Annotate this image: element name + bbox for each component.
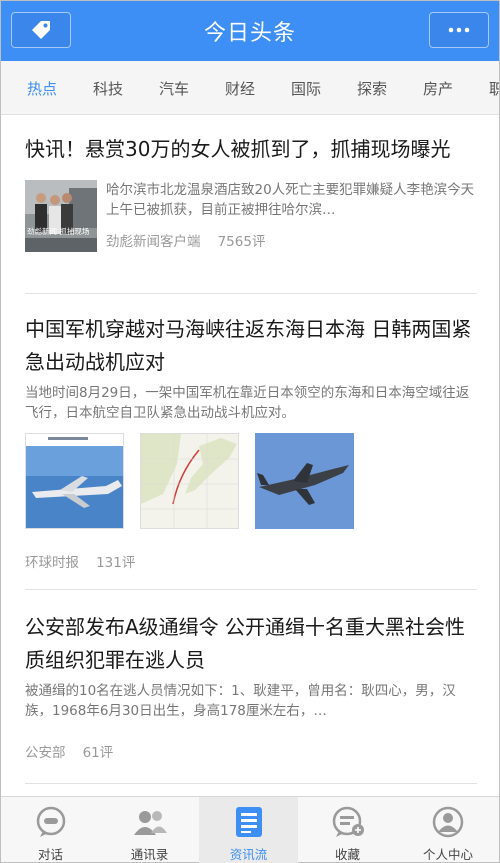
chat-bubble-icon: [36, 806, 65, 837]
tabbar-item-favorites[interactable]: 收藏: [298, 797, 397, 863]
article-source: 劲彪新闻客户端: [106, 234, 201, 250]
bottom-tab-bar: 对话 通讯录 资讯流 收藏 个人中心: [1, 796, 499, 863]
page-title: 今日头条: [203, 21, 296, 46]
app-header: 今日头条: [1, 1, 499, 61]
article-comments: 61评: [82, 745, 114, 761]
category-tabs: 热点 科技 汽车 财经 国际 探索 房产 职: [1, 61, 499, 115]
article-title[interactable]: 快讯！悬赏30万的女人被抓到了，抓捕现场曝光: [25, 133, 477, 166]
article-comments: 7565评: [217, 234, 266, 250]
tabbar-item-contacts[interactable]: 通讯录: [100, 797, 199, 863]
article-title[interactable]: 公安部发布A级通缉令 公开通缉十名重大黑社会性质组织犯罪在逃人员: [25, 611, 477, 677]
article-source: 公安部: [25, 745, 66, 761]
article-title[interactable]: 中国军机穿越对马海峡往返东海日本海 日韩两国紧急出动战机应对: [25, 313, 477, 379]
article-summary: 被通缉的10名在逃人员情况如下：1、耿建平，曾用名：耿四心，男，汉族，1968年…: [25, 683, 456, 719]
tabbar-item-newsfeed[interactable]: 资讯流: [199, 797, 298, 863]
tab-auto[interactable]: 汽车: [159, 78, 189, 99]
thumbnail-caption: 劲彪新闻 抓捕现场: [27, 227, 90, 236]
article-image-plane: [25, 433, 124, 529]
article-thumbnail: 劲彪新闻 抓捕现场: [25, 180, 97, 252]
divider: [25, 783, 477, 784]
tabbar-item-chat[interactable]: 对话: [1, 797, 100, 863]
divider: [25, 589, 477, 590]
tabbar-label: 资讯流: [229, 847, 268, 862]
divider: [25, 293, 477, 294]
tabbar-label: 收藏: [334, 847, 360, 862]
article-image-fighter: [255, 433, 354, 529]
tabbar-label: 个人中心: [422, 847, 473, 862]
tab-finance[interactable]: 财经: [225, 78, 255, 99]
article-comments: 131评: [96, 555, 136, 571]
tab-explore[interactable]: 探索: [357, 78, 387, 99]
article-card[interactable]: 公安部发布A级通缉令 公开通缉十名重大黑社会性质组织犯罪在逃人员 被通缉的10名…: [25, 611, 477, 761]
tab-tech[interactable]: 科技: [93, 78, 123, 99]
more-button[interactable]: [429, 12, 489, 48]
more-icon: [448, 27, 470, 33]
tab-jobs[interactable]: 职: [489, 78, 499, 99]
article-card[interactable]: 快讯！悬赏30万的女人被抓到了，抓捕现场曝光 劲彪新闻 抓捕现场 哈尔滨市北龙温…: [25, 133, 477, 254]
tab-realestate[interactable]: 房产: [423, 78, 453, 99]
tabbar-label: 对话: [37, 847, 63, 862]
contacts-icon: [133, 811, 167, 835]
profile-icon: [432, 806, 464, 838]
article-summary: 哈尔滨市北龙温泉酒店致20人死亡主要犯罪嫌疑人李艳滨今天上午已被抓获，目前正被押…: [106, 182, 475, 218]
tab-international[interactable]: 国际: [291, 78, 321, 99]
article-image-map: [140, 433, 239, 529]
article-source: 环球时报: [25, 555, 79, 571]
tab-hot[interactable]: 热点: [27, 78, 57, 99]
tabbar-label: 通讯录: [130, 847, 169, 862]
article-summary: 当地时间8月29日，一架中国军机在靠近日本领空的东海和日本海空域往返飞行，日本航…: [25, 385, 470, 421]
news-feed-icon: [235, 807, 262, 837]
article-card[interactable]: 中国军机穿越对马海峡往返东海日本海 日韩两国紧急出动战机应对 当地时间8月29日…: [25, 313, 477, 571]
tabbar-item-profile[interactable]: 个人中心: [397, 797, 499, 863]
favorites-icon: [332, 806, 364, 837]
